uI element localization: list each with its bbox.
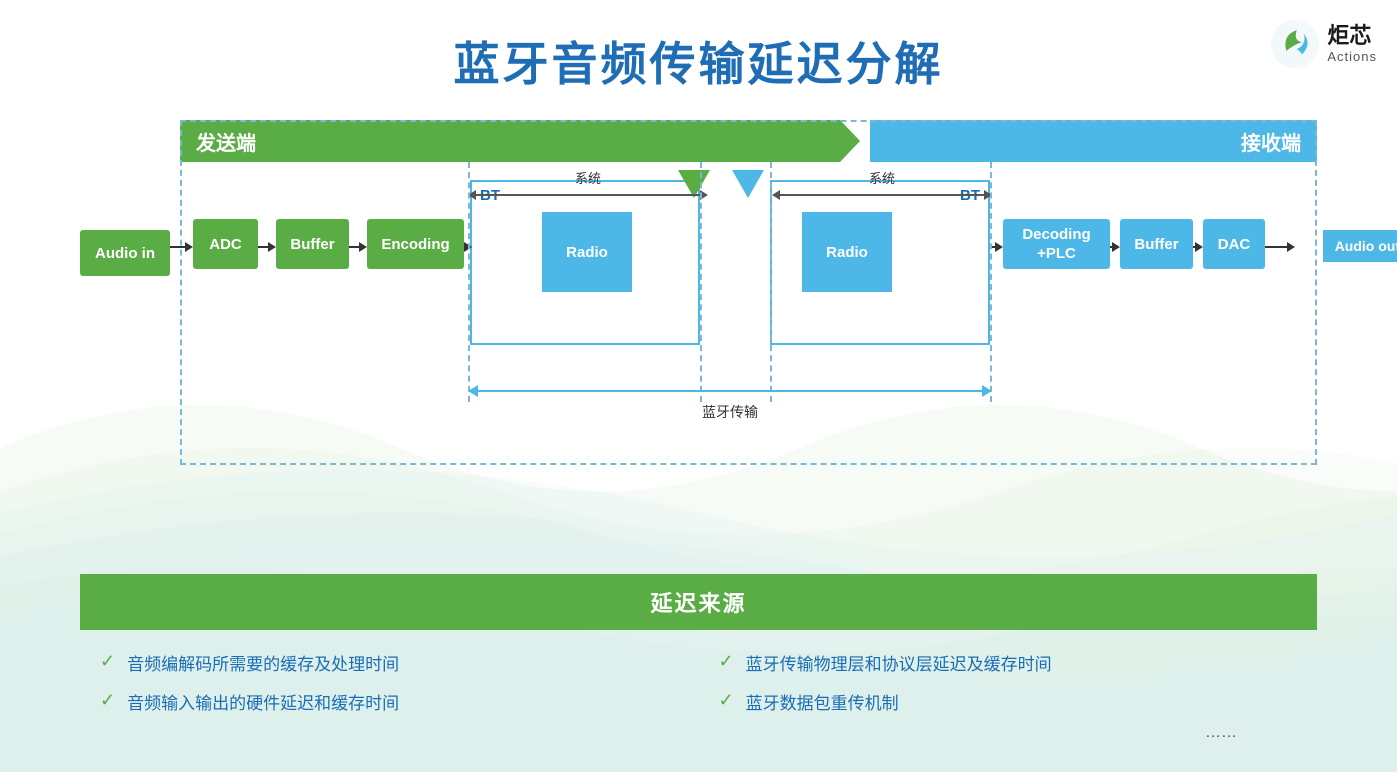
logo-icon — [1269, 18, 1321, 70]
vdash-3 — [770, 162, 772, 402]
decoding-box: Decoding +PLC — [1003, 219, 1110, 269]
antenna-right — [732, 170, 764, 198]
ellipsis: …… — [80, 714, 1317, 742]
check-icon-4: ✓ — [719, 690, 734, 711]
sender-banner: 发送端 — [180, 120, 860, 162]
bt-transfer-label: 蓝牙传输 — [702, 402, 758, 422]
radio-left-label: Radio — [566, 244, 608, 261]
bullet-item-1: ✓ 音频编解码所需要的缓存及处理时间 — [100, 650, 679, 675]
logo-cn: 炬芯 — [1327, 23, 1377, 49]
adc-label: ADC — [209, 236, 242, 253]
page-title: 蓝牙音频传输延迟分解 — [0, 0, 1397, 94]
system-label-left: 系统 — [468, 168, 708, 200]
bullet-text-2: 音频输入输出的硬件延迟和缓存时间 — [127, 689, 399, 714]
arrow-adc-buffer — [258, 242, 276, 252]
dac-box: DAC — [1203, 219, 1265, 269]
buffer-left-label: Buffer — [290, 236, 334, 253]
receiver-banner: 接收端 — [870, 120, 1317, 162]
arrow-buffer-encoding — [349, 242, 367, 252]
logo-text: 炬芯 Actions — [1327, 23, 1377, 65]
bullet-grid: ✓ 音频编解码所需要的缓存及处理时间 ✓ 蓝牙传输物理层和协议层延迟及缓存时间 … — [80, 650, 1317, 714]
bullet-text-4: 蓝牙数据包重传机制 — [746, 689, 899, 714]
radio-left-box: Radio — [542, 212, 632, 292]
bullet-item-2: ✓ 音频输入输出的硬件延迟和缓存时间 — [100, 689, 679, 714]
diagram-area: 发送端 接收端 Audio in ADC Buffer Encoding BT — [80, 120, 1317, 520]
arrow-buffer-dac — [1193, 242, 1203, 252]
arrow-decoding-buffer — [1110, 242, 1120, 252]
arrow-audio-adc — [170, 242, 193, 252]
radio-right-box: Radio — [802, 212, 892, 292]
system-text-left: 系统 — [575, 168, 601, 187]
vdash-4 — [990, 162, 992, 402]
encoding-box: Encoding — [367, 219, 464, 269]
audio-out-box: Audio out — [1323, 230, 1397, 262]
buffer-right-box: Buffer — [1120, 219, 1193, 269]
bt-right-box: BT Radio — [770, 180, 990, 345]
logo-en: Actions — [1327, 49, 1377, 65]
audio-out-label: Audio out — [1335, 238, 1397, 254]
summary-section: 延迟来源 ✓ 音频编解码所需要的缓存及处理时间 ✓ 蓝牙传输物理层和协议层延迟及… — [80, 574, 1317, 742]
check-icon-2: ✓ — [100, 690, 115, 711]
bullet-text-1: 音频编解码所需要的缓存及处理时间 — [127, 650, 399, 675]
system-text-right: 系统 — [869, 168, 895, 187]
buffer-left-box: Buffer — [276, 219, 349, 269]
check-icon-1: ✓ — [100, 651, 115, 672]
audio-in-box: Audio in — [80, 230, 170, 276]
company-logo: 炬芯 Actions — [1269, 18, 1377, 70]
audio-in-label: Audio in — [95, 245, 155, 262]
bt-left-box: BT Radio — [470, 180, 700, 345]
receiver-label: 接收端 — [1241, 127, 1301, 156]
adc-box: ADC — [193, 219, 258, 269]
arrow-dac-audioout — [1265, 242, 1295, 252]
bullet-item-3: ✓ 蓝牙传输物理层和协议层延迟及缓存时间 — [719, 650, 1298, 675]
buffer-right-label: Buffer — [1134, 236, 1178, 253]
dac-label: DAC — [1218, 236, 1251, 253]
encoding-label: Encoding — [381, 236, 449, 253]
system-label-right: 系统 — [772, 168, 992, 200]
page-content: 炬芯 Actions 蓝牙音频传输延迟分解 发送端 接收端 Audio in A… — [0, 0, 1397, 772]
sender-label: 发送端 — [196, 127, 256, 156]
radio-right-label: Radio — [826, 244, 868, 261]
delay-banner: 延迟来源 — [80, 574, 1317, 630]
bt-transfer-section: 蓝牙传输 — [468, 385, 992, 422]
decoding-label: Decoding +PLC — [1022, 225, 1090, 264]
vdash-1 — [468, 162, 470, 402]
vdash-2 — [700, 162, 702, 402]
check-icon-3: ✓ — [719, 651, 734, 672]
bullet-text-3: 蓝牙传输物理层和协议层延迟及缓存时间 — [746, 650, 1052, 675]
bullet-item-4: ✓ 蓝牙数据包重传机制 — [719, 689, 1298, 714]
